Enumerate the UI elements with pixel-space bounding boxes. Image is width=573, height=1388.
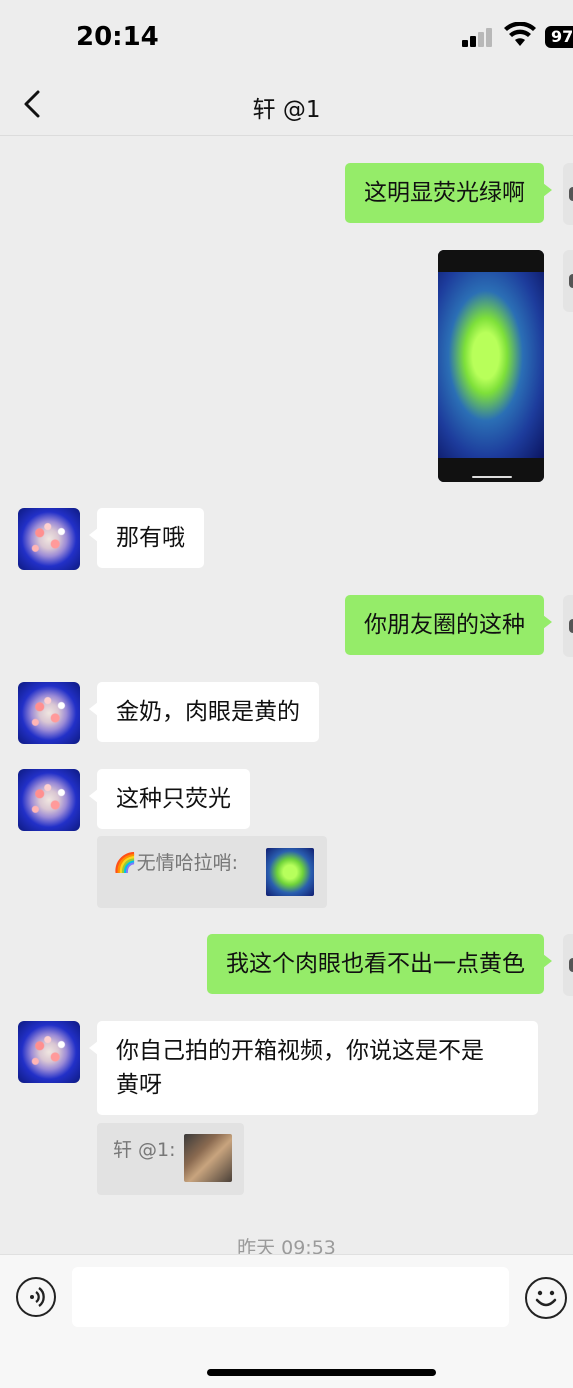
- quoted-reply-label: 轩 @1:: [113, 1139, 176, 1161]
- message-line: 你自己拍的开箱视频，你说这是不是: [116, 1038, 484, 1064]
- wifi-icon: [504, 22, 536, 46]
- my-avatar[interactable]: [563, 595, 573, 657]
- emoji-button[interactable]: [525, 1277, 567, 1319]
- my-avatar[interactable]: [563, 250, 573, 312]
- quoted-reply-label: 🌈无情哈拉哨:: [113, 852, 239, 874]
- contact-avatar[interactable]: [18, 769, 80, 831]
- voice-input-button[interactable]: [16, 1277, 56, 1317]
- contact-avatar[interactable]: [18, 682, 80, 744]
- smiley-icon: [535, 1290, 557, 1307]
- status-time: 20:14: [76, 22, 159, 52]
- message-bubble-received[interactable]: 你自己拍的开箱视频，你说这是不是 黄呀: [89, 1021, 538, 1115]
- my-avatar[interactable]: [563, 934, 573, 996]
- message-bubble-sent[interactable]: 你朋友圈的这种: [345, 595, 552, 655]
- message-bubble-received[interactable]: 这种只荧光: [89, 769, 250, 829]
- message-bubble-received[interactable]: 那有哦: [89, 508, 204, 568]
- chat-messages[interactable]: 这明显荧光绿啊 那有哦 你朋友圈的这种 金奶，肉眼是黄的 这种只荧光 🌈无情哈拉…: [0, 137, 573, 1254]
- quoted-image-thumbnail: [266, 848, 314, 896]
- nav-bar: 轩 @1: [0, 72, 573, 136]
- video-message[interactable]: [438, 250, 544, 482]
- input-bar: [0, 1254, 573, 1388]
- quoted-reply[interactable]: 轩 @1:: [97, 1123, 244, 1195]
- timestamp-divider: 昨天 09:53: [237, 1237, 336, 1254]
- quoted-image-thumbnail: [184, 1134, 232, 1182]
- message-bubble-sent[interactable]: 这明显荧光绿啊: [345, 163, 552, 223]
- message-input[interactable]: [72, 1267, 509, 1327]
- status-bar: 20:14 97: [0, 0, 573, 72]
- contact-avatar[interactable]: [18, 1021, 80, 1083]
- message-line: 黄呀: [116, 1072, 162, 1098]
- voice-icon: [30, 1287, 45, 1307]
- chat-title: 轩 @1: [252, 97, 321, 123]
- battery-icon: 97: [545, 26, 573, 48]
- quoted-reply[interactable]: 🌈无情哈拉哨:: [97, 836, 327, 908]
- home-indicator: [207, 1369, 436, 1376]
- my-avatar[interactable]: [563, 163, 573, 225]
- message-bubble-sent[interactable]: 我这个肉眼也看不出一点黄色: [207, 934, 552, 994]
- contact-avatar[interactable]: [18, 508, 80, 570]
- message-bubble-received[interactable]: 金奶，肉眼是黄的: [89, 682, 319, 742]
- cellular-signal-icon: [462, 27, 494, 47]
